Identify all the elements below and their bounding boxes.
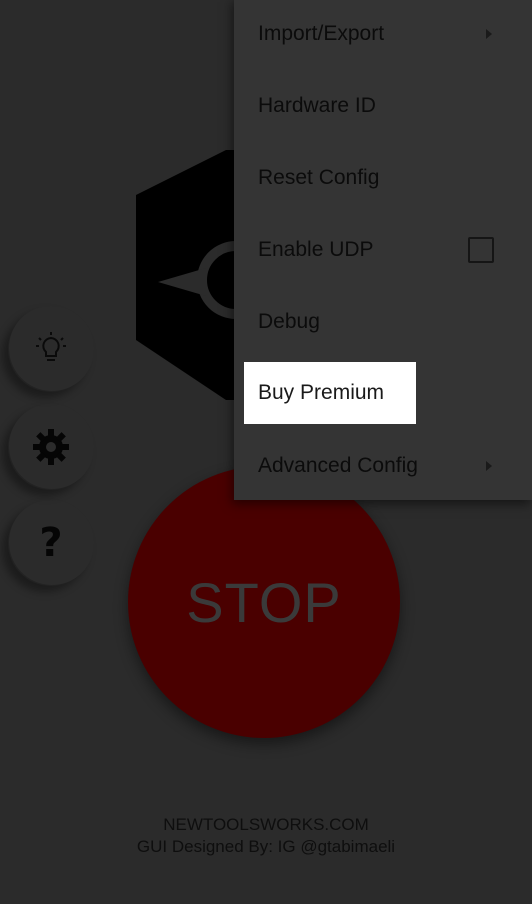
menu-item-label: Hardware ID xyxy=(258,94,376,117)
tips-button[interactable] xyxy=(8,306,94,392)
footer-credit: GUI Designed By: IG @gtabimaeli xyxy=(136,837,396,856)
gear-icon xyxy=(33,429,69,465)
menu-item-enable-udp[interactable]: Enable UDP xyxy=(234,214,532,286)
question-icon: ? xyxy=(39,520,63,566)
menu-item-reset-config[interactable]: Reset Config xyxy=(234,142,532,214)
menu-item-label: Reset Config xyxy=(258,166,380,189)
menu-item-hardware-id[interactable]: Hardware ID xyxy=(234,70,532,142)
menu-item-label: Buy Premium xyxy=(258,381,385,404)
submenu-arrow-icon xyxy=(486,461,492,471)
submenu-arrow-icon xyxy=(486,29,492,39)
menu-item-import-export[interactable]: Import/Export xyxy=(234,0,532,70)
help-button[interactable]: ? xyxy=(8,500,94,586)
menu-item-label: Debug xyxy=(258,310,320,333)
menu-item-label: Advanced Config xyxy=(258,454,418,477)
lightbulb-icon xyxy=(36,332,66,361)
enable-udp-checkbox[interactable] xyxy=(468,237,494,263)
stop-label: STOP xyxy=(186,570,342,634)
footer: NEWTOOLSWORKS.COM GUI Designed By: IG @g… xyxy=(0,814,532,858)
menu-item-label: Enable UDP xyxy=(258,238,374,261)
settings-button[interactable] xyxy=(8,404,94,490)
menu-item-advanced-config[interactable]: Advanced Config xyxy=(234,430,532,502)
menu-item-debug[interactable]: Debug xyxy=(234,286,532,358)
stop-button[interactable]: STOP xyxy=(128,466,400,738)
footer-website: NEWTOOLSWORKS.COM xyxy=(163,815,369,834)
menu-item-buy-premium[interactable]: Buy Premium xyxy=(244,362,416,424)
overflow-menu: Import/Export Hardware ID Reset Config E… xyxy=(234,0,532,500)
menu-item-label: Import/Export xyxy=(258,22,385,45)
